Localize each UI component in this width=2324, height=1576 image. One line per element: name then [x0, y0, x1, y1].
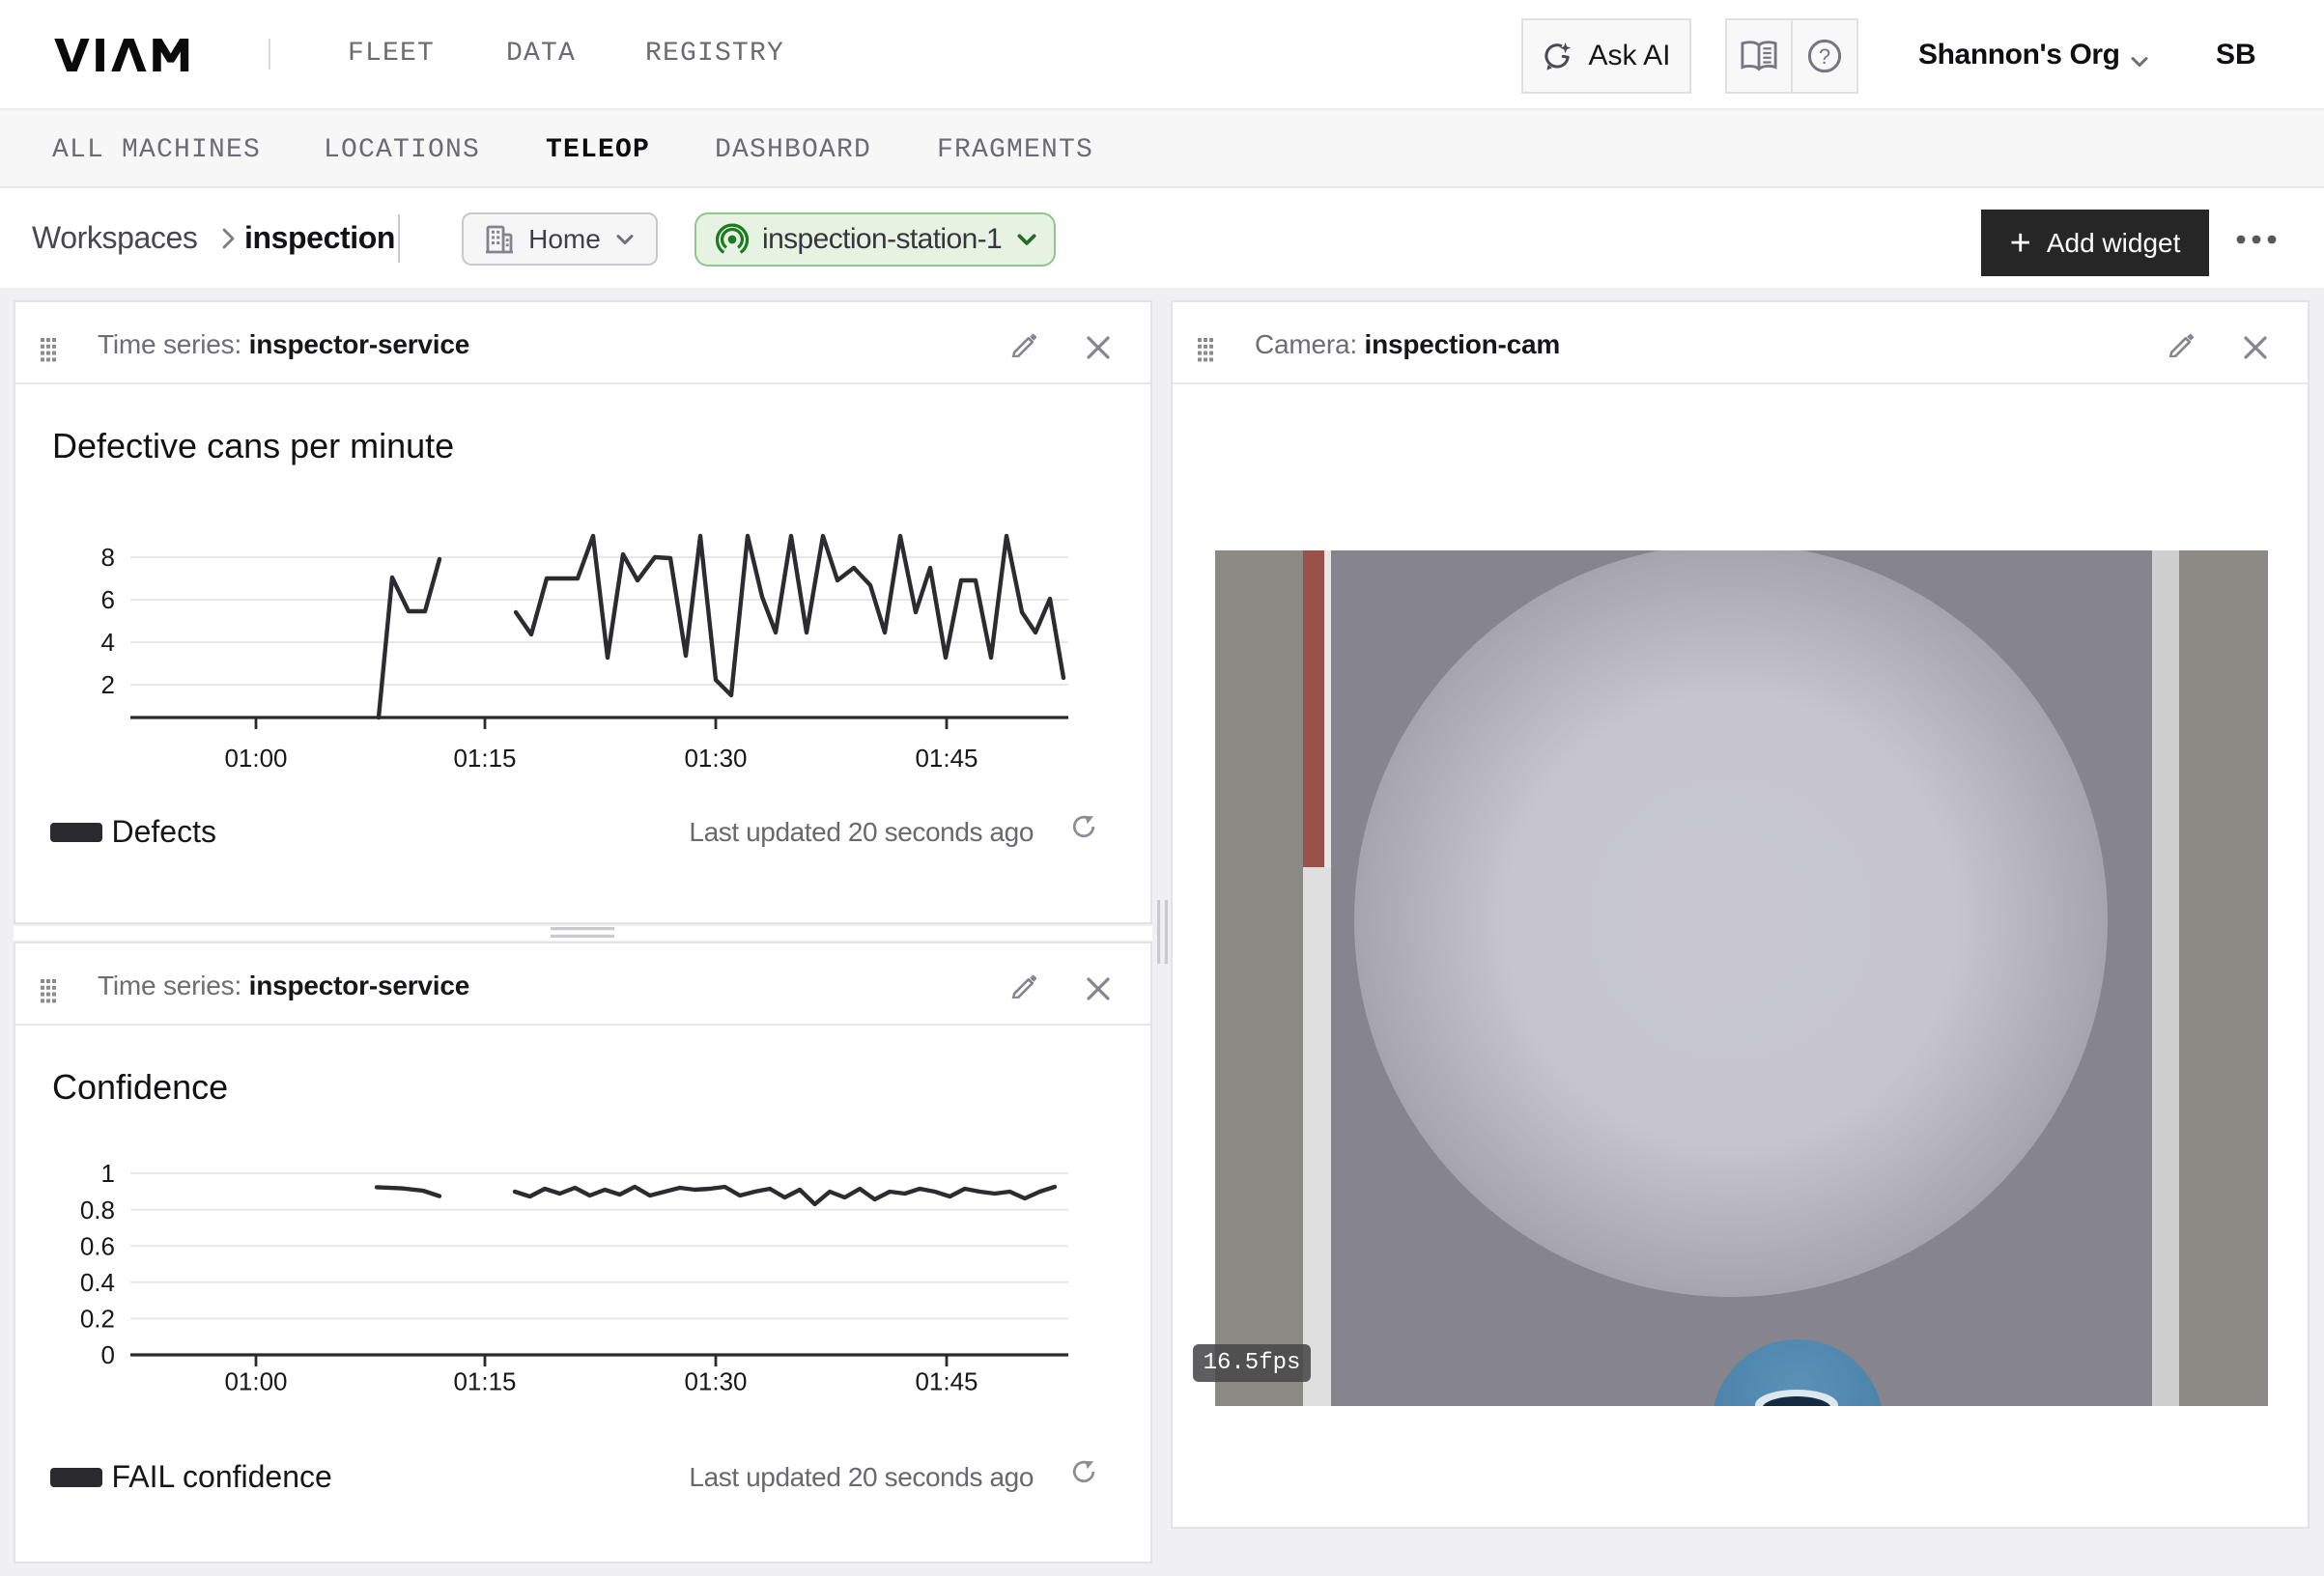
svg-text:4: 4 — [101, 628, 115, 657]
svg-text:0.4: 0.4 — [80, 1268, 115, 1297]
svg-text:?: ? — [1819, 44, 1830, 69]
svg-text:0.2: 0.2 — [80, 1305, 115, 1334]
svg-text:01:45: 01:45 — [915, 1367, 978, 1396]
svg-text:01:15: 01:15 — [453, 1367, 516, 1396]
svg-text:01:00: 01:00 — [224, 744, 287, 773]
svg-text:01:30: 01:30 — [684, 744, 747, 773]
svg-text:01:45: 01:45 — [915, 744, 978, 773]
svg-text:0.6: 0.6 — [80, 1231, 115, 1260]
svg-text:0: 0 — [101, 1340, 115, 1369]
svg-text:2: 2 — [101, 670, 115, 699]
svg-text:01:00: 01:00 — [224, 1367, 287, 1396]
svg-text:8: 8 — [101, 543, 115, 572]
svg-text:01:30: 01:30 — [684, 1367, 747, 1396]
svg-text:01:15: 01:15 — [453, 744, 516, 773]
svg-text:0.8: 0.8 — [80, 1196, 115, 1224]
svg-text:6: 6 — [101, 585, 115, 614]
svg-text:1: 1 — [101, 1159, 115, 1188]
